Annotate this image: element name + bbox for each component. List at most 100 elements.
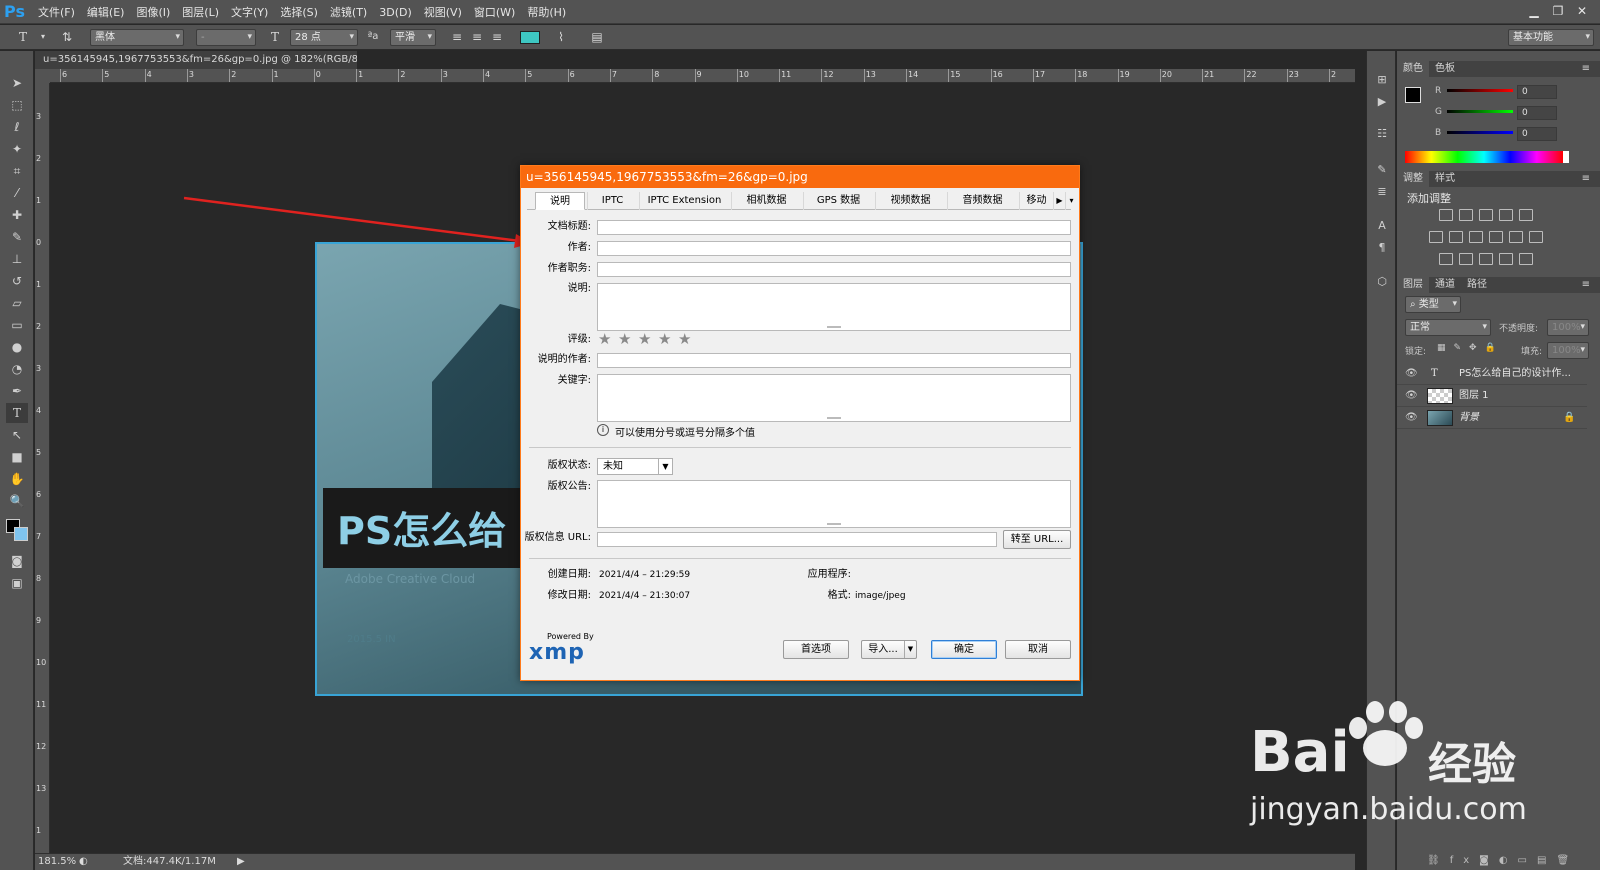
text-color-swatch[interactable]: [520, 31, 540, 44]
tab-adjustments[interactable]: 调整: [1397, 171, 1429, 187]
rating-star-icon[interactable]: ★: [638, 332, 651, 347]
zoom-level[interactable]: 181.5%: [38, 854, 76, 870]
tab-channels[interactable]: 通道: [1429, 277, 1461, 293]
brightness-icon[interactable]: [1439, 209, 1453, 221]
brush-tool-icon[interactable]: ✎: [6, 227, 28, 247]
horizontal-ruler[interactable]: 6 5 4 3 2 1 0 1 2 3 4 5 6 7 8 9 10 11 12 13 14 15 16 17 18 19 20 21…: [50, 69, 1355, 83]
type-tool-icon[interactable]: T: [14, 28, 32, 46]
align-center-icon[interactable]: ≡: [468, 28, 486, 46]
status-icon[interactable]: ◐: [79, 854, 88, 870]
vibrance-icon[interactable]: [1519, 209, 1533, 221]
character-panel-icon[interactable]: A: [1373, 217, 1391, 235]
type-tool-icon[interactable]: T: [6, 403, 28, 423]
quick-mask-icon[interactable]: ◙: [6, 551, 28, 571]
clone-stamp-tool-icon[interactable]: ⊥: [6, 249, 28, 269]
r-value[interactable]: 0: [1517, 85, 1557, 99]
history-panel-icon[interactable]: ⊞: [1373, 71, 1391, 89]
orientation-toggle-icon[interactable]: ⇅: [58, 28, 76, 46]
magic-wand-tool-icon[interactable]: ✦: [6, 139, 28, 159]
menu-image[interactable]: 图像(I): [136, 4, 170, 20]
layer-row[interactable]: 👁 背景 🔒: [1397, 407, 1587, 429]
character-panel-icon[interactable]: ▤: [588, 28, 606, 46]
status-menu-arrow-icon[interactable]: ▶: [237, 854, 245, 870]
eye-icon[interactable]: 👁: [1405, 363, 1418, 385]
layer-filter-select[interactable]: ⌕ 类型: [1405, 296, 1461, 313]
resize-grip-icon[interactable]: [827, 417, 841, 419]
menu-type[interactable]: 文字(Y): [231, 4, 268, 20]
tab-swatches[interactable]: 色板: [1429, 61, 1461, 77]
workspace-select[interactable]: 基本功能: [1508, 29, 1594, 46]
keywords-textarea[interactable]: [597, 374, 1071, 422]
brush-presets-icon[interactable]: ≣: [1373, 183, 1391, 201]
minimize-icon[interactable]: ▁: [1522, 2, 1546, 20]
description-textarea[interactable]: [597, 283, 1071, 331]
tab-video-data[interactable]: 视频数据: [875, 192, 945, 210]
healing-brush-tool-icon[interactable]: ✚: [6, 205, 28, 225]
curves-icon[interactable]: [1479, 209, 1493, 221]
desc-writer-input[interactable]: [597, 353, 1071, 368]
menu-edit[interactable]: 编辑(E): [87, 4, 125, 20]
copyright-url-input[interactable]: [597, 532, 997, 547]
panel-menu-icon[interactable]: ≡: [1576, 61, 1596, 77]
rating-star-icon[interactable]: ★: [598, 332, 611, 347]
eye-icon[interactable]: 👁: [1405, 407, 1418, 429]
layer-row[interactable]: 👁 T PS怎么给自己的设计作...: [1397, 363, 1587, 385]
posterize-icon[interactable]: [1459, 253, 1473, 265]
invert-icon[interactable]: [1439, 253, 1453, 265]
pen-tool-icon[interactable]: ✒: [6, 381, 28, 401]
rating-star-icon[interactable]: ★: [618, 332, 631, 347]
eyedropper-tool-icon[interactable]: ⁄: [6, 183, 28, 203]
3d-panel-icon[interactable]: ⬡: [1373, 273, 1391, 291]
tab-color[interactable]: 颜色: [1397, 61, 1429, 77]
chevron-down-icon[interactable]: ▼: [904, 641, 916, 658]
eraser-tool-icon[interactable]: ▱: [6, 293, 28, 313]
eye-icon[interactable]: 👁: [1405, 385, 1418, 407]
menu-help[interactable]: 帮助(H): [527, 4, 566, 20]
lock-icons[interactable]: ▦✎✥🔒: [1437, 343, 1504, 353]
g-value[interactable]: 0: [1517, 106, 1557, 120]
vertical-ruler[interactable]: 3 2 1 0 1 2 3 4 5 6 7 8 9 10 11 12 13 1: [35, 83, 50, 853]
paragraph-panel-icon[interactable]: ¶: [1373, 239, 1391, 257]
tab-paths[interactable]: 路径: [1461, 277, 1493, 293]
threshold-icon[interactable]: [1479, 253, 1493, 265]
copyright-status-select[interactable]: 未知 ▼: [597, 458, 673, 475]
layer-row[interactable]: 👁 图层 1: [1397, 385, 1587, 407]
tab-layers[interactable]: 图层: [1397, 277, 1429, 293]
tab-iptc[interactable]: IPTC: [587, 192, 637, 210]
panel-menu-icon[interactable]: ≡: [1576, 171, 1596, 187]
tab-mobile[interactable]: 移动: [1019, 192, 1053, 210]
font-size-select[interactable]: 28 点: [290, 29, 358, 46]
layers-footer-icons[interactable]: ⛓fx◙◐▭▤🗑: [1397, 851, 1600, 870]
photo-filter-icon[interactable]: [1489, 231, 1503, 243]
marquee-tool-icon[interactable]: ⬚: [6, 95, 28, 115]
fill-input[interactable]: 100%: [1547, 342, 1589, 359]
actions-panel-icon[interactable]: ▶: [1373, 93, 1391, 111]
author-input[interactable]: [597, 241, 1071, 256]
tab-scroll-right-icon[interactable]: ▶: [1053, 192, 1065, 210]
menu-layer[interactable]: 图层(L): [182, 4, 219, 20]
cancel-button[interactable]: 取消: [1005, 640, 1071, 659]
import-button[interactable]: 导入... ▼: [861, 640, 917, 659]
chevron-down-icon[interactable]: ▾: [34, 28, 52, 46]
antialias-select[interactable]: 平滑: [390, 29, 436, 46]
properties-panel-icon[interactable]: ☷: [1373, 125, 1391, 143]
lasso-tool-icon[interactable]: ℓ: [6, 117, 28, 137]
opacity-input[interactable]: 100%: [1547, 319, 1589, 336]
color-lookup-icon[interactable]: [1529, 231, 1543, 243]
path-selection-tool-icon[interactable]: ↖: [6, 425, 28, 445]
blend-mode-select[interactable]: 正常: [1405, 319, 1491, 336]
exposure-icon[interactable]: [1499, 209, 1513, 221]
align-left-icon[interactable]: ≡: [448, 28, 466, 46]
blur-tool-icon[interactable]: ●: [6, 337, 28, 357]
close-icon[interactable]: ✕: [1570, 2, 1594, 20]
gradient-tool-icon[interactable]: ▭: [6, 315, 28, 335]
brush-panel-icon[interactable]: ✎: [1373, 161, 1391, 179]
history-brush-tool-icon[interactable]: ↺: [6, 271, 28, 291]
background-color-swatch[interactable]: [14, 527, 28, 541]
b-slider[interactable]: [1447, 131, 1513, 134]
resize-grip-icon[interactable]: [827, 326, 841, 328]
move-tool-icon[interactable]: ➤: [6, 73, 28, 93]
ok-button[interactable]: 确定: [931, 640, 997, 659]
dodge-tool-icon[interactable]: ◔: [6, 359, 28, 379]
warp-text-icon[interactable]: ⌇: [552, 28, 570, 46]
